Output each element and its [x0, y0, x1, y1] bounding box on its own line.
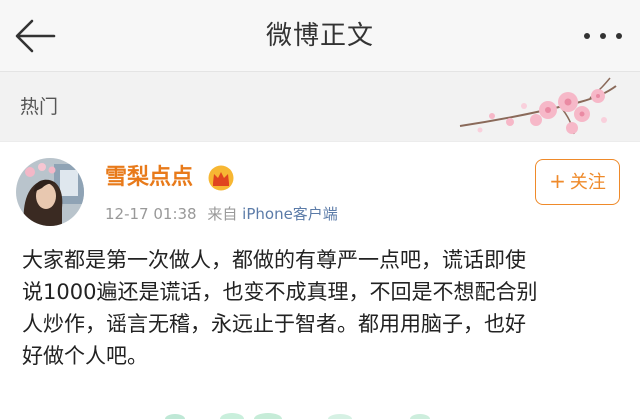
more-dots-icon — [584, 33, 622, 39]
page-title: 微博正文 — [265, 21, 374, 51]
top-nav-bar: 微博正文 — [0, 0, 640, 72]
weibo-post-page: 微博正文 热门 雪梨点点 12-17 01:38 来自 iPhone客户端 + … — [0, 0, 640, 419]
post-timestamp: 12-17 01:38 — [105, 205, 197, 223]
bottom-image-strip — [165, 413, 430, 419]
post-text-line: 大家都是第一次做人，都做的有尊严一点吧，谎话即使 — [22, 248, 526, 272]
post-text: 大家都是第一次做人，都做的有尊严一点吧，谎话即使 说1000遍还是谎话，也变不成… — [22, 244, 622, 372]
avatar-photo — [16, 158, 84, 226]
post-meta: 12-17 01:38 来自 iPhone客户端 — [105, 203, 338, 225]
post-text-line: 好做个人吧。 — [22, 344, 148, 368]
hot-label: 热门 — [20, 96, 59, 118]
cherry-blossom-icon — [459, 77, 617, 135]
post-text-line: 说1000遍还是谎话，也变不成真理，不回是不想配合别 — [22, 280, 538, 304]
plus-icon: + — [549, 169, 566, 193]
source-prefix: 来自 — [207, 205, 238, 223]
back-button[interactable] — [10, 12, 62, 60]
crown-icon[interactable] — [207, 165, 235, 191]
author-name[interactable]: 雪梨点点 — [105, 163, 193, 193]
post-text-line: 人炒作，谣言无稽，永远止于智者。都用用脑子，也好 — [22, 312, 526, 336]
source-client-link[interactable]: iPhone客户端 — [242, 205, 338, 223]
more-options-button[interactable] — [580, 20, 626, 52]
author-avatar[interactable] — [16, 158, 84, 226]
follow-button[interactable]: + 关注 — [535, 159, 620, 205]
follow-label: 关注 — [569, 172, 606, 193]
arrow-left-icon — [15, 19, 56, 53]
hot-section-bar[interactable]: 热门 — [0, 72, 640, 142]
